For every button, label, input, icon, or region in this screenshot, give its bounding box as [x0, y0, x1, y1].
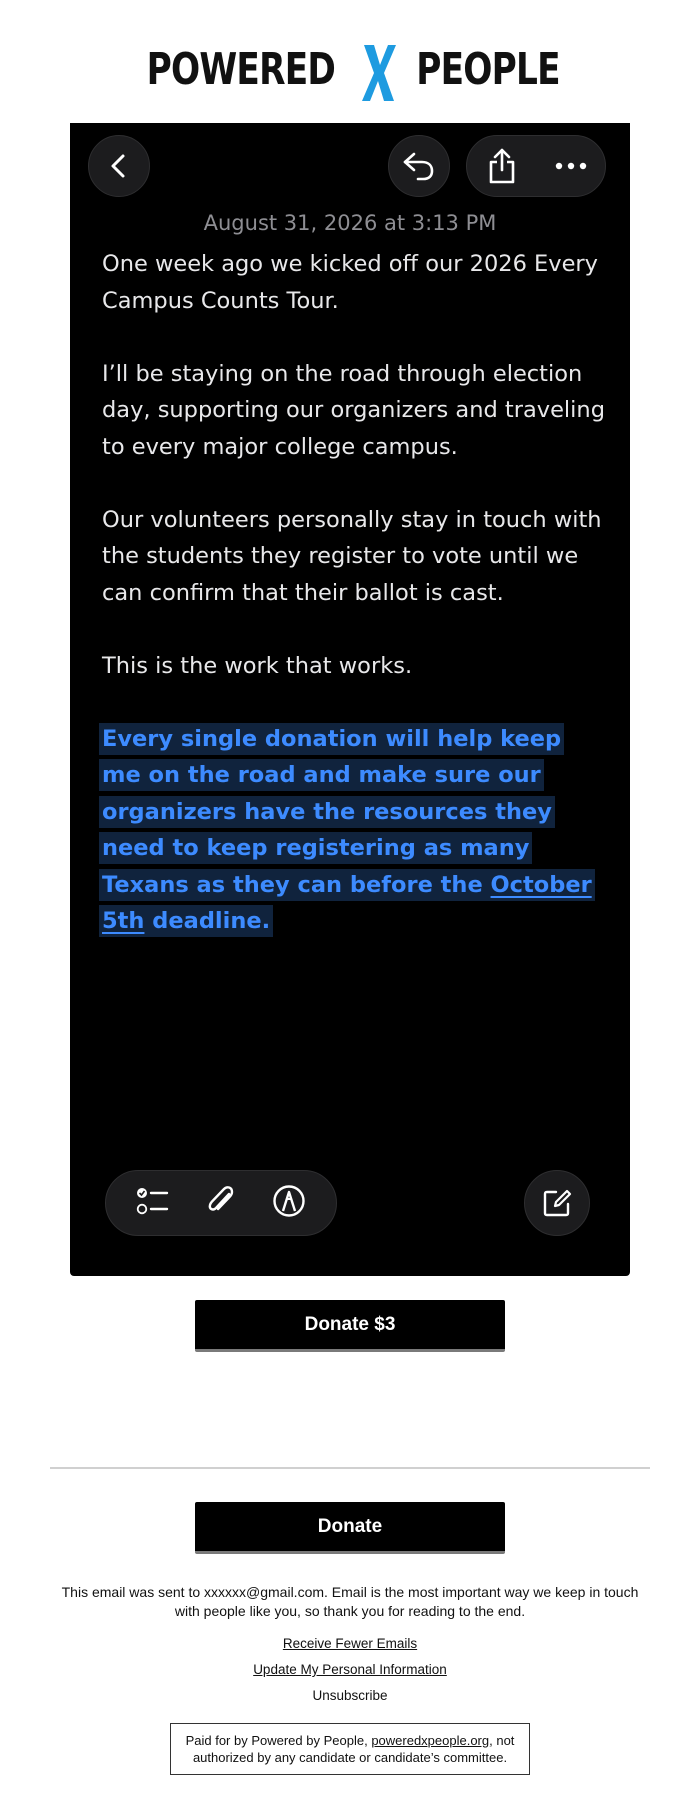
- website-link[interactable]: poweredxpeople.org: [371, 1733, 489, 1748]
- highlight-text-end: deadline.: [144, 908, 271, 934]
- receive-fewer-emails-label[interactable]: Receive Fewer Emails: [283, 1636, 417, 1651]
- checklist-button[interactable]: [136, 1186, 170, 1221]
- checklist-icon: [136, 1187, 168, 1214]
- more-button[interactable]: [536, 162, 605, 170]
- ellipsis-icon: [555, 162, 586, 170]
- note-paragraph: This is the work that works.: [102, 652, 413, 679]
- divider: [50, 1467, 650, 1469]
- note-paragraph: I’ll be staying on the road through elec…: [102, 360, 605, 460]
- receive-fewer-emails-link[interactable]: Receive Fewer Emails: [0, 1636, 700, 1651]
- logo-word-left: POWERED: [146, 43, 336, 95]
- paperclip-icon: [208, 1185, 234, 1211]
- share-button[interactable]: [467, 148, 536, 184]
- notes-app-screenshot: August 31, 2026 at 3:13 PM One week ago …: [70, 123, 630, 1276]
- paid-text-start: Paid for by Powered by People,: [185, 1733, 372, 1748]
- update-info-link[interactable]: Update My Personal Information: [0, 1662, 700, 1677]
- highlighted-paragraph: Every single donation will help keep me …: [102, 721, 607, 940]
- chevron-left-icon: [111, 154, 125, 178]
- reply-arrow-icon: [403, 152, 434, 181]
- attach-button[interactable]: [205, 1184, 237, 1223]
- share-icon: [489, 148, 514, 184]
- note-paragraph: One week ago we kicked off our 2026 Ever…: [102, 251, 598, 314]
- update-info-label[interactable]: Update My Personal Information: [253, 1662, 447, 1677]
- donate-3-button[interactable]: Donate $3: [195, 1300, 505, 1352]
- paid-for-disclaimer: Paid for by Powered by People, poweredxp…: [170, 1723, 530, 1775]
- logo-word-right: PEOPLE: [416, 43, 560, 95]
- unsubscribe-link[interactable]: Unsubscribe: [0, 1688, 700, 1703]
- unsubscribe-label[interactable]: Unsubscribe: [312, 1688, 387, 1703]
- logo-x-mark-icon: [361, 45, 396, 101]
- note-date: August 31, 2026 at 3:13 PM: [203, 211, 497, 235]
- highlighted-text: Every single donation will help keep me …: [102, 725, 592, 934]
- share-more-group: [466, 135, 606, 197]
- compose-button[interactable]: [524, 1170, 590, 1236]
- brand-logo: POWERED PEOPLE: [0, 38, 700, 101]
- note-body[interactable]: One week ago we kicked off our 2026 Ever…: [102, 246, 607, 976]
- markup-button[interactable]: [272, 1184, 306, 1223]
- note-paragraph: Our volunteers personally stay in touch …: [102, 506, 602, 606]
- reply-button[interactable]: [388, 135, 450, 197]
- note-toolbar: [105, 1170, 337, 1236]
- donate-button[interactable]: Donate: [195, 1502, 505, 1554]
- compose-icon: [543, 1189, 572, 1217]
- footer-note: This email was sent to xxxxxx@gmail.com.…: [61, 1584, 639, 1619]
- markup-pen-icon: [273, 1184, 306, 1217]
- back-button[interactable]: [88, 135, 150, 197]
